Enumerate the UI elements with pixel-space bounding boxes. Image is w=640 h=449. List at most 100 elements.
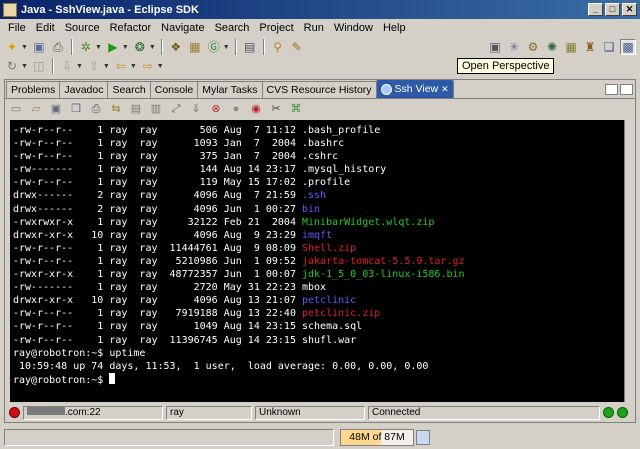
tab-mylar-tasks[interactable]: Mylar Tasks (197, 81, 263, 98)
print-icon[interactable]: ⎙ (88, 101, 104, 117)
toolbar-separator (70, 39, 73, 55)
terminal-line-text: drwxr-xr-x 10 ray ray 4096 Aug 13 21:07 (13, 295, 302, 307)
file-name: jakarta-tomcat-5.5.9.tar.gz (301, 255, 465, 267)
disconnect-icon[interactable]: ⊗ (208, 101, 224, 117)
next-annotation-dropdown-icon[interactable]: ▼ (76, 63, 83, 70)
java-perspective-icon[interactable]: ▩ (620, 39, 636, 55)
ssh-terminal[interactable]: -rw-r--r-- 1 ray ray 506 Aug 7 11:12 .ba… (10, 120, 630, 402)
garbage-collect-icon[interactable] (416, 430, 430, 445)
debug-dropdown-icon[interactable]: ▼ (95, 44, 102, 51)
new-connection-icon[interactable]: ▭ (8, 101, 24, 117)
search-icon[interactable]: ⚲ (270, 39, 286, 55)
close-button[interactable]: ✕ (622, 3, 637, 16)
external-tools-icon[interactable]: ❂ (132, 39, 148, 55)
debug-icon[interactable]: ✲ (78, 39, 94, 55)
tab-search[interactable]: Search (107, 81, 151, 98)
connect-icon[interactable]: ⇆ (108, 101, 124, 117)
back-icon[interactable]: ⇦ (113, 58, 129, 74)
maximize-view-icon[interactable] (620, 83, 633, 95)
tab-javadoc[interactable]: Javadoc (59, 81, 109, 98)
tab-console[interactable]: Console (149, 81, 199, 98)
new-package-icon[interactable]: ▦ (187, 39, 203, 55)
forward-dropdown-icon[interactable]: ▼ (157, 63, 164, 70)
resource-perspective-icon[interactable]: ♜ (582, 39, 598, 55)
tab-problems[interactable]: Problems (6, 81, 61, 98)
stop-icon[interactable]: ● (228, 101, 244, 117)
prev-annotation-icon[interactable]: ⇧ (86, 58, 102, 74)
menu-window[interactable]: Window (329, 22, 378, 34)
new-class-dropdown-icon[interactable]: ▼ (223, 44, 230, 51)
heap-status[interactable]: 48M of 87M (340, 429, 414, 446)
external-tools-dropdown-icon[interactable]: ▼ (149, 44, 156, 51)
refresh-dropdown-icon[interactable]: ▼ (21, 63, 28, 70)
terminal-line-text: drwx------ 2 ray ray 4096 Aug 7 21:59 (13, 190, 302, 202)
terminal-line: ray@robotron:~$ uptime (13, 347, 628, 360)
print-icon[interactable]: ⎙ (50, 39, 66, 55)
new-class-icon[interactable]: Ⓖ (206, 39, 222, 55)
run-dropdown-icon[interactable]: ▼ (122, 44, 129, 51)
save-session-icon[interactable]: ▣ (48, 101, 64, 117)
toggle-icon[interactable]: ◫ (31, 58, 47, 74)
menu-navigate[interactable]: Navigate (156, 22, 209, 34)
state-field: Unknown (255, 405, 365, 420)
minimize-button[interactable]: _ (588, 3, 603, 16)
menu-source[interactable]: Source (60, 22, 105, 34)
menu-run[interactable]: Run (299, 22, 329, 34)
forward-icon[interactable]: ⇨ (140, 58, 156, 74)
menu-file[interactable]: File (3, 22, 31, 34)
menu-search[interactable]: Search (210, 22, 255, 34)
terminal-line-text: -rw-r--r-- 1 ray ray 7919188 Aug 13 22:4… (13, 308, 302, 320)
mylar-perspective-icon[interactable]: ❑ (601, 39, 617, 55)
minimize-view-icon[interactable] (605, 83, 618, 95)
pen-icon[interactable]: ✎ (289, 39, 305, 55)
terminal-prompt-line[interactable]: ray@robotron:~$ (13, 372, 628, 386)
plugin-perspective-icon[interactable]: ✺ (544, 39, 560, 55)
tab-cvs-resource-history[interactable]: CVS Resource History (261, 81, 377, 98)
new-dropdown-icon[interactable]: ▼ (21, 44, 28, 51)
terminal-scrollbar[interactable] (624, 120, 634, 402)
debug-perspective-icon[interactable]: ✳ (506, 39, 522, 55)
record-icon[interactable]: ◉ (248, 101, 264, 117)
menu-edit[interactable]: Edit (31, 22, 60, 34)
ssh-view-toolbar: ▭ ▱ ▣ ❐ ⎙ ⇆ ▤ ▥ ⤢ ⇓ ⊗ ● ◉ ✂ ⌘ (5, 99, 635, 119)
toolbar-separator (262, 39, 265, 55)
new-icon[interactable]: ✦ (4, 39, 20, 55)
file-name: .cshrc (301, 151, 339, 163)
menu-refactor[interactable]: Refactor (105, 22, 157, 34)
tab-ssh-view[interactable]: Ssh View ✕ (375, 79, 454, 98)
terminal-line: -rwxrwxr-x 1 ray ray 32122 Feb 21 2004 M… (13, 216, 628, 229)
open-perspective-icon[interactable]: ▣ (487, 39, 503, 55)
resize-icon[interactable]: ⤢ (168, 101, 184, 117)
open-icon[interactable]: ▱ (28, 101, 44, 117)
maximize-button[interactable]: □ (605, 3, 620, 16)
save-icon[interactable]: ▣ (31, 39, 47, 55)
copy-icon[interactable]: ❐ (68, 101, 84, 117)
open-type-icon[interactable]: ▤ (242, 39, 258, 55)
prev-annotation-dropdown-icon[interactable]: ▼ (103, 63, 110, 70)
terminal-line-text: -rw------- 1 ray ray 2720 May 31 22:23 (13, 282, 302, 294)
cvs-perspective-icon[interactable]: ▦ (563, 39, 579, 55)
terminal-line-text: -rw-r--r-- 1 ray ray 375 Jan 7 2004 (13, 151, 302, 163)
run-icon[interactable]: ▶ (105, 39, 121, 55)
view-tabs: Problems Javadoc Search Console Mylar Ta… (5, 79, 635, 99)
connection-status-red-icon (9, 407, 20, 418)
terminal-line-text: -rw-r--r-- 1 ray ray 5210986 Jun 1 09:52 (13, 255, 302, 267)
menu-project[interactable]: Project (254, 22, 298, 34)
terminal-line-text: -rw-r--r-- 1 ray ray 119 May 15 17:02 (13, 177, 302, 189)
file-name: schema.sql (301, 321, 363, 333)
refresh-icon[interactable]: ↻ (4, 58, 20, 74)
paste-icon[interactable]: ▤ (128, 101, 144, 117)
file-name: petclinic.zip (301, 308, 381, 320)
settings-icon[interactable]: ▥ (148, 101, 164, 117)
download-icon[interactable]: ⇓ (188, 101, 204, 117)
view-controls (605, 83, 633, 95)
tab-close-icon[interactable]: ✕ (441, 84, 449, 95)
cut-icon[interactable]: ✂ (268, 101, 284, 117)
new-java-project-icon[interactable]: ❖ (168, 39, 184, 55)
back-dropdown-icon[interactable]: ▼ (130, 63, 137, 70)
next-annotation-icon[interactable]: ⇩ (59, 58, 75, 74)
team-perspective-icon[interactable]: ⚙ (525, 39, 541, 55)
keymap-icon[interactable]: ⌘ (288, 101, 304, 117)
file-name: .bashrc (301, 138, 345, 150)
menu-help[interactable]: Help (378, 22, 411, 34)
